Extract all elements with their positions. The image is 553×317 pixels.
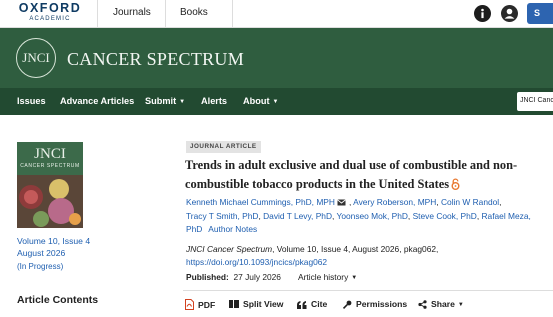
pdf-button[interactable]: PDF (185, 299, 215, 310)
issue-status[interactable]: (In Progress) (17, 262, 63, 271)
volume-issue: Volume 10, Issue 4 (17, 236, 91, 246)
journals-link[interactable]: Journals (113, 7, 151, 18)
issue-cover-image[interactable]: JNCI CANCER SPECTRUM (17, 142, 83, 228)
nav-issues-label: Issues (17, 96, 46, 106)
author-notes-link[interactable]: Author Notes (208, 224, 257, 234)
author-link[interactable]: Avery Roberson, MPH (353, 197, 436, 207)
nav-issues[interactable]: Issues (17, 96, 46, 106)
author-link[interactable]: Yoonseo Mok, PhD (337, 211, 408, 221)
divider (97, 0, 98, 28)
split-view-icon (229, 300, 239, 308)
article-history-label: Article history (298, 272, 349, 282)
split-view-button[interactable]: Split View (229, 299, 283, 309)
author-link[interactable]: Kenneth Michael Cummings, PhD, MPH (186, 197, 335, 207)
nav-about[interactable]: About ▼ (243, 96, 278, 106)
citation-journal: JNCI Cancer Spectrum (186, 244, 273, 254)
author-separator: , (499, 197, 502, 207)
cite-label: Cite (311, 299, 328, 309)
article-history-toggle[interactable]: Article history ▼ (298, 272, 357, 282)
logo-line2: ACADEMIC (29, 16, 71, 22)
open-access-lock-icon (451, 178, 460, 190)
toolbar-divider (183, 290, 553, 291)
chevron-down-icon: ▼ (457, 302, 464, 308)
split-view-label: Split View (243, 299, 284, 309)
chevron-down-icon: ▼ (272, 99, 279, 105)
cover-subtitle: CANCER SPECTRUM (20, 163, 80, 169)
nav-about-label: About (243, 96, 270, 106)
nav-alerts-label: Alerts (201, 96, 228, 106)
article-title-text: Trends in adult exclusive and dual use o… (185, 158, 518, 191)
nav-alerts[interactable]: Alerts (201, 96, 227, 106)
journal-nav: Issues Advance Articles Submit ▼ Alerts A… (0, 88, 553, 115)
quote-icon (297, 301, 307, 309)
jnci-logo[interactable]: JNCI (16, 38, 56, 78)
nav-advance-articles[interactable]: Advance Articles (60, 96, 134, 106)
article-title: Trends in adult exclusive and dual use o… (185, 156, 540, 194)
permissions-label: Permissions (356, 299, 408, 309)
search-scope-select[interactable]: JNCI Cancer (517, 92, 553, 111)
author-link[interactable]: David T Levy, PhD (263, 211, 332, 221)
doi-link[interactable]: https://doi.org/10.1093/jncics/pkag062 (186, 257, 327, 267)
author-link[interactable]: Steve Cook, PhD (413, 211, 477, 221)
citation-details: , Volume 10, Issue 4, August 2026, pkag0… (272, 244, 439, 254)
share-icon (418, 300, 427, 309)
pdf-label: PDF (198, 300, 216, 310)
sign-in-button[interactable]: S (527, 3, 553, 24)
author-list: Kenneth Michael Cummings, PhD, MPH, Aver… (186, 196, 541, 237)
journal-name[interactable]: CANCER SPECTRUM (67, 49, 244, 70)
issue-date: August 2026 (17, 248, 66, 258)
nav-submit[interactable]: Submit ▼ (145, 96, 185, 106)
share-button[interactable]: Share ▼ (418, 299, 464, 309)
cite-button[interactable]: Cite (297, 299, 327, 309)
volume-issue-link[interactable]: Volume 10, Issue 4 August 2026 (17, 235, 90, 259)
article-contents-heading: Article Contents (17, 294, 99, 306)
chevron-down-icon: ▼ (351, 275, 358, 281)
divider (232, 0, 233, 28)
logo-line1: OXFORD (18, 1, 82, 15)
books-link[interactable]: Books (180, 7, 208, 18)
key-icon (342, 300, 352, 309)
info-icon[interactable] (474, 5, 491, 22)
article-type-badge: JOURNAL ARTICLE (186, 141, 261, 153)
top-bar: OXFORD ACADEMIC Journals Books S (0, 0, 553, 28)
chevron-down-icon: ▼ (179, 99, 186, 105)
pdf-icon (185, 299, 194, 310)
citation: JNCI Cancer Spectrum, Volume 10, Issue 4… (186, 243, 546, 269)
cover-title: JNCI (34, 146, 66, 162)
nav-advance-articles-label: Advance Articles (60, 96, 135, 106)
mail-icon[interactable] (337, 199, 346, 206)
published-date: Published: 27 July 2026 (186, 272, 281, 282)
share-label: Share (431, 299, 455, 309)
author-link[interactable]: Tracy T Smith, PhD (186, 211, 258, 221)
oxford-academic-logo[interactable]: OXFORD ACADEMIC (16, 2, 84, 24)
author-link[interactable]: Colin W Randol (441, 197, 499, 207)
journal-banner: JNCI CANCER SPECTRUM (0, 28, 553, 88)
divider (165, 0, 166, 28)
published-label: Published: (186, 272, 229, 282)
nav-submit-label: Submit (145, 96, 177, 106)
cover-artwork (17, 175, 83, 228)
permissions-button[interactable]: Permissions (342, 299, 408, 309)
user-icon[interactable] (501, 5, 518, 22)
published-value: 27 July 2026 (233, 272, 281, 282)
